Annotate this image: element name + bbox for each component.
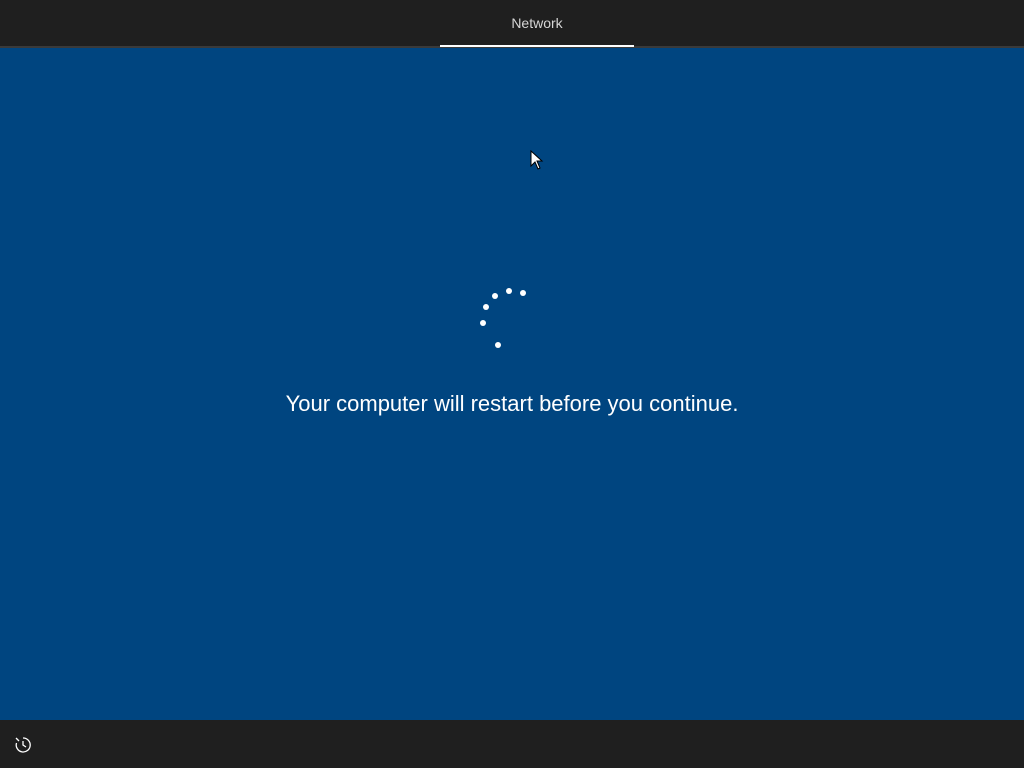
tab-network: Network bbox=[440, 0, 634, 46]
active-tab-indicator bbox=[440, 45, 634, 47]
restart-message: Your computer will restart before you co… bbox=[285, 391, 739, 416]
bottom-bar bbox=[0, 720, 1024, 768]
setup-main-area bbox=[0, 48, 1024, 720]
top-progress-bar: Network bbox=[0, 0, 1024, 48]
mouse-pointer-icon bbox=[530, 150, 544, 170]
ease-of-access-button[interactable] bbox=[10, 732, 36, 758]
tab-network-label: Network bbox=[511, 15, 563, 31]
loading-spinner-icon bbox=[480, 288, 526, 348]
ease-of-access-icon bbox=[15, 737, 31, 753]
